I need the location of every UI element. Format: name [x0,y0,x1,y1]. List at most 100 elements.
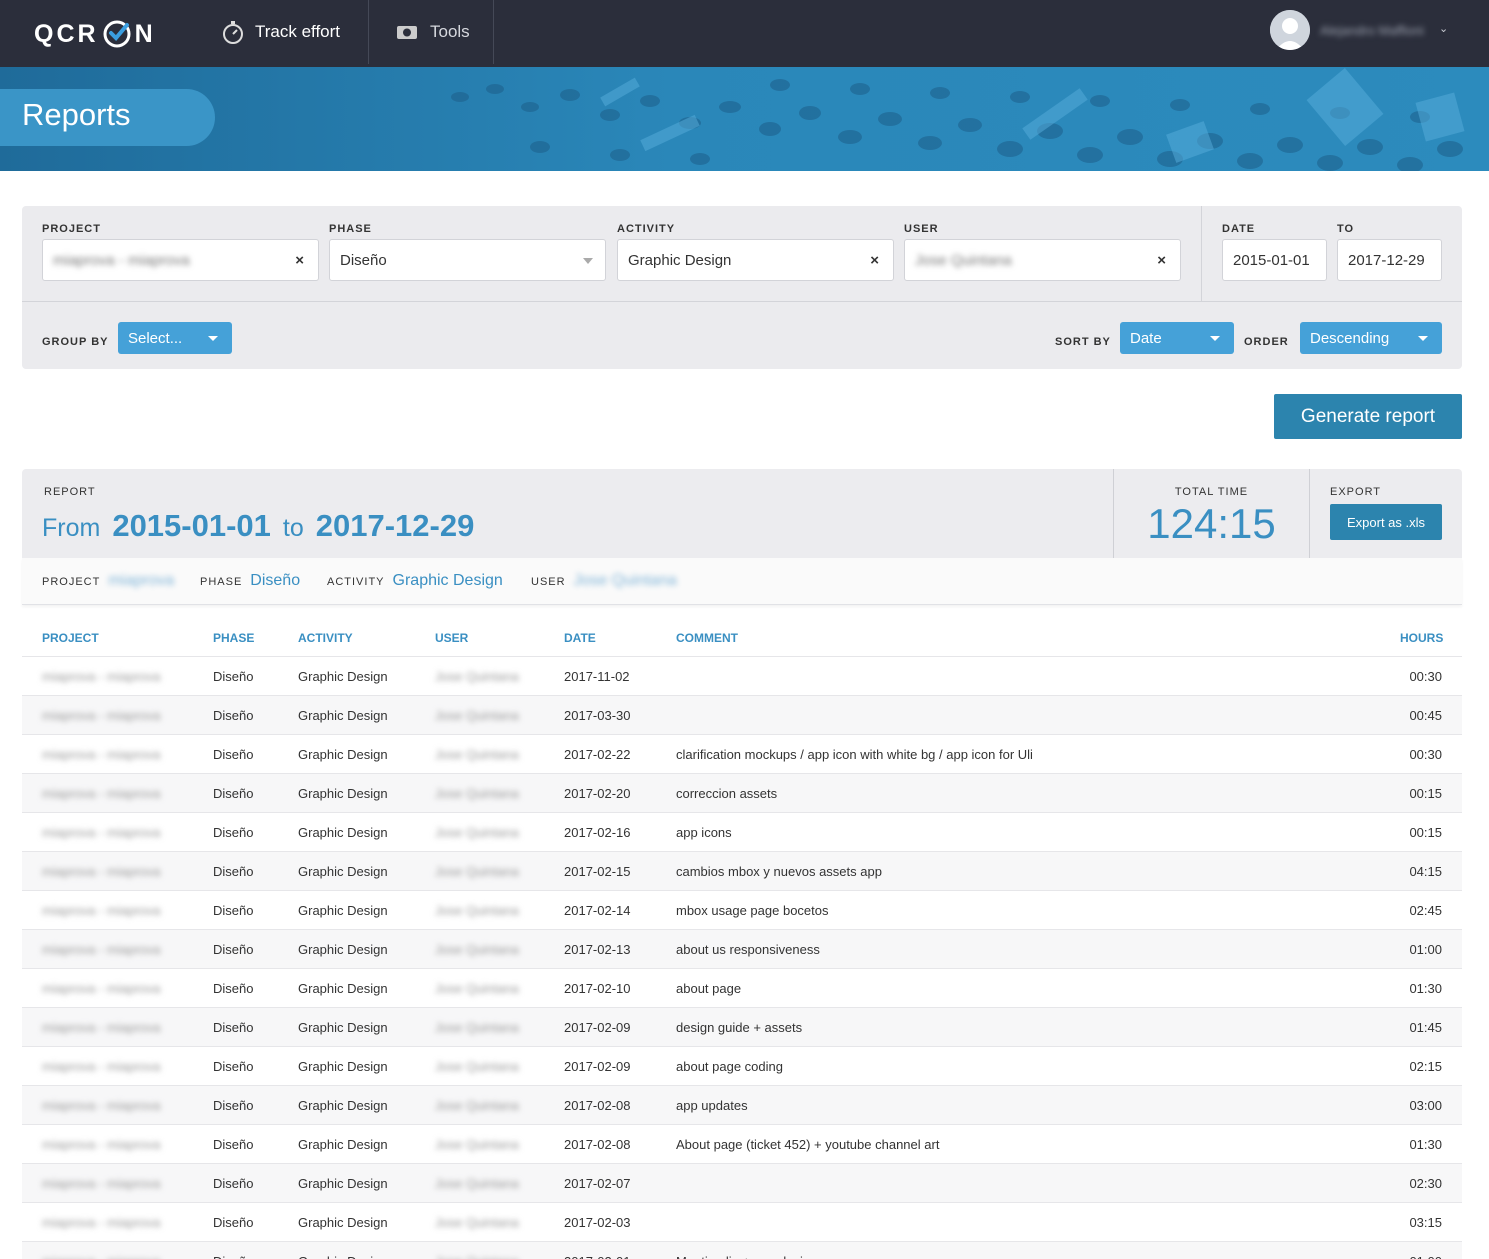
group-by-label: GROUP BY [42,336,109,348]
date-from-input[interactable]: 2015-01-01 [1222,239,1327,281]
summary-phase-key: PHASE [200,576,243,588]
cell-comment: design guide + assets [676,1020,803,1035]
col-header-comment[interactable]: COMMENT [676,631,738,645]
close-icon[interactable]: × [295,252,304,269]
table-row[interactable]: miaprova - miaprova Diseño Graphic Design J… [22,812,1462,851]
logo-text-left: QCR [34,19,99,48]
cell-project: miaprova - miaprova [42,864,161,879]
cell-comment: correccion assets [676,786,778,801]
table-row[interactable]: miaprova - miaprova Diseño Graphic Design J… [22,1124,1462,1163]
col-header-activity[interactable]: ACTIVITY [298,631,353,645]
table-row[interactable]: miaprova - miaprova Diseño Graphic Design J… [22,851,1462,890]
cell-activity: Graphic Design [298,903,388,918]
date-to-value: 2017-12-29 [1348,251,1425,269]
summary-phase: PHASE Diseño [200,572,300,590]
user-filter-input[interactable]: Jose Quintana × [904,239,1181,281]
col-header-date[interactable]: DATE [564,631,596,645]
cell-project: miaprova - miaprova [42,1098,161,1113]
table-row[interactable]: miaprova - miaprova Diseño Graphic Design J… [22,968,1462,1007]
cell-phase: Diseño [213,825,254,840]
report-date-range: From 2015-01-01 to 2017-12-29 [42,508,474,544]
cell-hours: 03:15 [1409,1215,1442,1230]
cell-user: Jose Quintana [435,669,519,684]
cell-hours: 02:45 [1409,903,1442,918]
cell-comment: cambios mbox y nuevos assets app [676,864,882,879]
sort-by-dropdown[interactable]: Date [1120,322,1234,354]
phase-filter-select[interactable]: Diseño [329,239,606,281]
nav-tools[interactable]: Tools [395,0,470,64]
table-row[interactable]: miaprova - miaprova Diseño Graphic Design J… [22,1085,1462,1124]
cell-hours: 01:45 [1409,1020,1442,1035]
export-xls-button[interactable]: Export as .xls [1330,504,1442,540]
user-name[interactable]: Alejandro Maffioni [1320,23,1438,39]
table-row[interactable]: miaprova - miaprova Diseño Graphic Design J… [22,1163,1462,1202]
cell-phase: Diseño [213,786,254,801]
chevron-down-icon[interactable]: ⌄ [1439,22,1448,35]
phase-filter-label: PHASE [329,223,372,235]
group-by-value: Select... [128,329,183,347]
cell-activity: Graphic Design [298,1137,388,1152]
table-row[interactable]: miaprova - miaprova Diseño Graphic Design J… [22,1202,1462,1241]
col-header-phase[interactable]: PHASE [213,631,254,645]
cell-user: Jose Quintana [435,708,519,723]
summary-activity-value: Graphic Design [392,572,503,589]
cell-hours: 02:15 [1409,1059,1442,1074]
cell-activity: Graphic Design [298,669,388,684]
project-filter-input[interactable]: miaprova - miaprova × [42,239,319,281]
table-row[interactable]: miaprova - miaprova Diseño Graphic Design J… [22,929,1462,968]
table-row[interactable]: miaprova - miaprova Diseño Graphic Design J… [22,656,1462,695]
cell-user: Jose Quintana [435,1059,519,1074]
cell-user: Jose Quintana [435,864,519,879]
col-header-user[interactable]: USER [435,631,468,645]
order-dropdown[interactable]: Descending [1300,322,1442,354]
cell-user: Jose Quintana [435,786,519,801]
table-row[interactable]: miaprova - miaprova Diseño Graphic Design J… [22,773,1462,812]
qcron-logo[interactable]: QCR N [34,16,156,52]
nav-tools-label: Tools [430,22,470,41]
cell-hours: 01:00 [1409,1254,1442,1259]
camera-icon [397,26,417,39]
cell-activity: Graphic Design [298,1176,388,1191]
export-label: EXPORT [1330,486,1382,498]
cell-activity: Graphic Design [298,1098,388,1113]
table-row[interactable]: miaprova - miaprova Diseño Graphic Design J… [22,1046,1462,1085]
close-icon[interactable]: × [1157,252,1166,269]
cell-project: miaprova - miaprova [42,1020,161,1035]
cell-user: Jose Quintana [435,903,519,918]
generate-report-button[interactable]: Generate report [1274,394,1462,439]
cell-comment: About page (ticket 452) + youtube channe… [676,1137,940,1152]
cell-date: 2017-02-14 [564,903,631,918]
col-header-hours[interactable]: HOURS [1400,631,1443,645]
table-row[interactable]: miaprova - miaprova Diseño Graphic Design J… [22,695,1462,734]
logo-check-circle-icon [103,20,131,48]
summary-user-key: USER [531,576,566,588]
table-row[interactable]: miaprova - miaprova Diseño Graphic Design J… [22,1241,1462,1259]
cell-hours: 00:30 [1409,669,1442,684]
cell-phase: Diseño [213,1059,254,1074]
cell-user: Jose Quintana [435,1098,519,1113]
cell-activity: Graphic Design [298,825,388,840]
cell-project: miaprova - miaprova [42,825,161,840]
user-avatar[interactable] [1270,10,1310,50]
cell-date: 2017-02-07 [564,1176,631,1191]
table-row[interactable]: miaprova - miaprova Diseño Graphic Design J… [22,734,1462,773]
cell-date: 2017-02-09 [564,1059,631,1074]
table-row[interactable]: miaprova - miaprova Diseño Graphic Design J… [22,1007,1462,1046]
close-icon[interactable]: × [870,252,879,269]
col-header-project[interactable]: PROJECT [42,631,99,645]
group-by-dropdown[interactable]: Select... [118,322,232,354]
cell-phase: Diseño [213,708,254,723]
cell-project: miaprova - miaprova [42,1059,161,1074]
nav-track-effort[interactable]: Track effort [220,0,340,64]
date-to-input[interactable]: 2017-12-29 [1337,239,1442,281]
cell-hours: 01:30 [1409,981,1442,996]
cell-comment: app icons [676,825,732,840]
activity-filter-input[interactable]: Graphic Design × [617,239,894,281]
cell-date: 2017-02-08 [564,1098,631,1113]
cell-comment: app updates [676,1098,748,1113]
cell-hours: 00:15 [1409,825,1442,840]
cell-phase: Diseño [213,1020,254,1035]
cell-phase: Diseño [213,942,254,957]
table-row[interactable]: miaprova - miaprova Diseño Graphic Design J… [22,890,1462,929]
cell-date: 2017-02-09 [564,1020,631,1035]
